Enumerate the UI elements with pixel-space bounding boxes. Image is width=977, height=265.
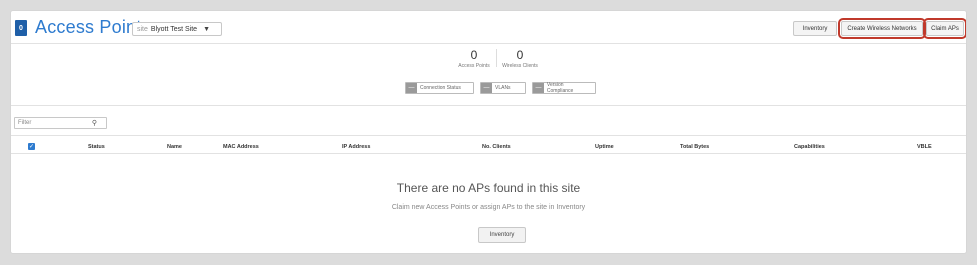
header-divider bbox=[11, 43, 966, 44]
column-header-status[interactable]: Status bbox=[88, 144, 105, 150]
minus-icon: — bbox=[533, 83, 544, 93]
version-compliance-toggle[interactable]: — Version Compliance bbox=[532, 82, 596, 94]
column-header-vble[interactable]: VBLE bbox=[917, 144, 932, 150]
stat-wireless-clients: 0 Wireless Clients bbox=[499, 49, 541, 69]
site-select-prefix: site bbox=[137, 25, 148, 33]
claim-aps-button[interactable]: Claim APs bbox=[923, 18, 966, 39]
column-header-total-bytes[interactable]: Total Bytes bbox=[680, 144, 709, 150]
create-wireless-networks-button[interactable]: Create Wireless Networks bbox=[838, 18, 926, 39]
toggle-label: VLANs bbox=[495, 85, 511, 91]
table-top-divider bbox=[11, 135, 966, 136]
column-header-capabilities[interactable]: Capabilities bbox=[794, 144, 825, 150]
minus-icon: — bbox=[406, 83, 417, 93]
filter-placeholder: Filter bbox=[18, 120, 32, 126]
stat-wireless-clients-value: 0 bbox=[516, 48, 524, 62]
column-header-mac-address[interactable]: MAC Address bbox=[223, 144, 259, 150]
stats-divider bbox=[11, 105, 966, 106]
stat-access-points: 0 Access Points bbox=[454, 49, 494, 69]
column-header-uptime[interactable]: Uptime bbox=[595, 144, 614, 150]
toggle-label: Version Compliance bbox=[546, 82, 574, 94]
empty-state-inventory-button[interactable]: Inventory bbox=[478, 227, 526, 243]
vlans-toggle[interactable]: — VLANs bbox=[480, 82, 526, 94]
filter-input[interactable]: Filter ⚲ bbox=[14, 117, 107, 129]
count-badge: 0 bbox=[15, 20, 27, 36]
stat-access-points-label: Access Points bbox=[458, 63, 490, 69]
chevron-down-icon: ▼ bbox=[203, 25, 211, 33]
site-select-value: Blyott Test Site bbox=[150, 25, 198, 33]
stat-access-points-value: 0 bbox=[470, 48, 478, 62]
column-header-ip-address[interactable]: IP Address bbox=[342, 144, 370, 150]
connection-status-toggle[interactable]: — Connection Status bbox=[405, 82, 474, 94]
access-points-panel: 0 Access Points site Blyott Test Site ▼ … bbox=[10, 10, 967, 254]
select-all-checkbox[interactable]: ✓ bbox=[28, 143, 35, 150]
empty-state-title: There are no APs found in this site bbox=[396, 181, 581, 195]
site-select[interactable]: site Blyott Test Site ▼ bbox=[132, 22, 222, 36]
empty-state-subtitle: Claim new Access Points or assign APs to… bbox=[391, 204, 586, 211]
table-header-divider bbox=[11, 153, 966, 154]
column-header-name[interactable]: Name bbox=[167, 144, 182, 150]
search-icon[interactable]: ⚲ bbox=[92, 119, 97, 127]
inventory-button[interactable]: Inventory bbox=[793, 21, 837, 36]
stat-divider bbox=[496, 49, 497, 67]
column-header-no-clients[interactable]: No. Clients bbox=[482, 144, 511, 150]
toggle-label: Connection Status bbox=[420, 85, 461, 91]
minus-icon: — bbox=[481, 83, 492, 93]
stat-wireless-clients-label: Wireless Clients bbox=[502, 63, 538, 69]
